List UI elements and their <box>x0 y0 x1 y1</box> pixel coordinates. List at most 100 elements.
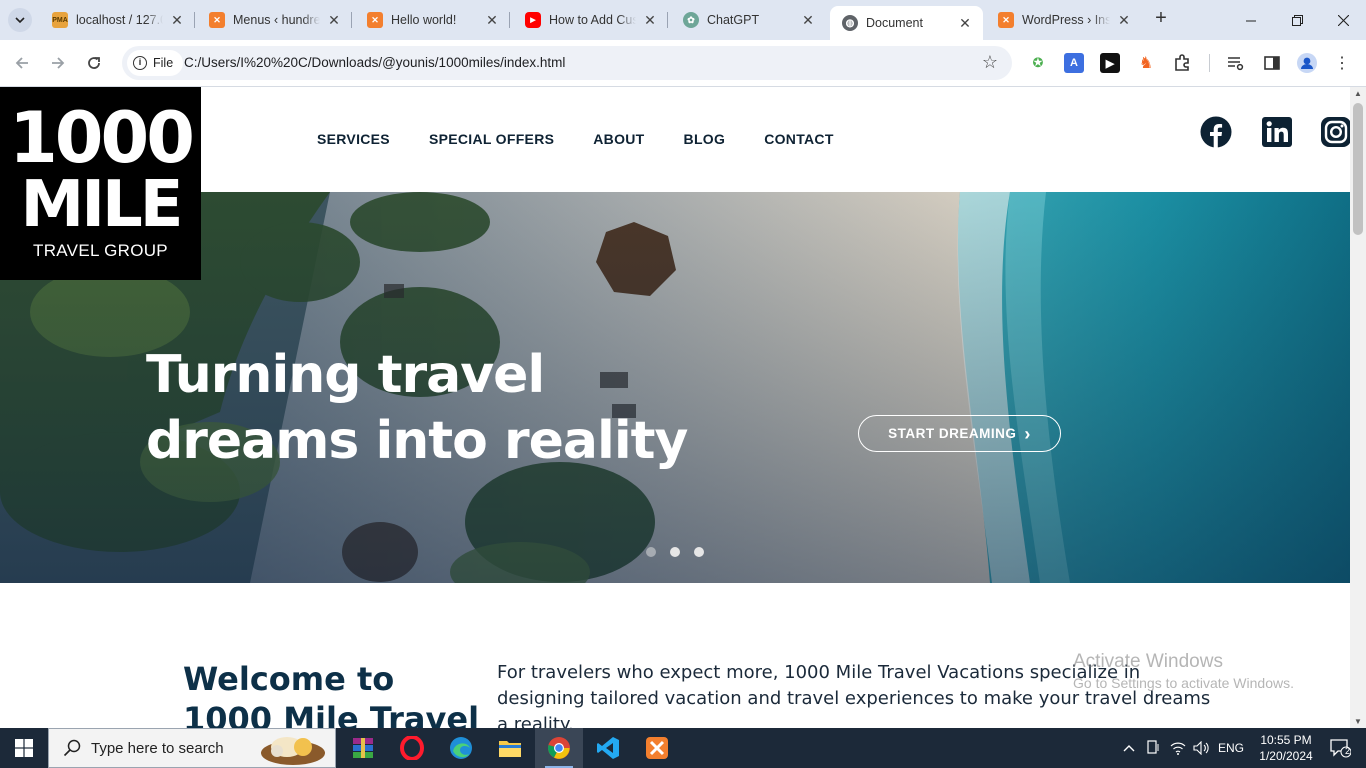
main-nav: SERVICES SPECIAL OFFERS ABOUT BLOG CONTA… <box>317 131 834 147</box>
logo-line-1: 1000 <box>9 97 195 179</box>
browser-toolbar: i File C:/Users/I%20%20C/Downloads/@youn… <box>0 40 1366 87</box>
close-icon[interactable]: ✕ <box>484 12 500 29</box>
close-icon[interactable]: ✕ <box>1116 12 1132 29</box>
tab-title: localhost / 127.0.0.1 <box>76 13 163 27</box>
nav-about[interactable]: ABOUT <box>593 131 644 147</box>
tab-title: Menus ‹ hundred <box>233 13 320 27</box>
nav-special-offers[interactable]: SPECIAL OFFERS <box>429 131 554 147</box>
chrome-icon <box>548 737 570 759</box>
taskbar-opera[interactable] <box>388 728 436 768</box>
cta-label: START DREAMING <box>888 426 1017 441</box>
address-bar[interactable]: i File C:/Users/I%20%20C/Downloads/@youn… <box>122 46 1012 80</box>
nav-blog[interactable]: BLOG <box>684 131 726 147</box>
notification-count: 2 <box>1345 746 1351 756</box>
tab-youtube[interactable]: ▶ How to Add Custom ✕ <box>513 0 668 40</box>
xampp-icon <box>646 737 668 759</box>
tray-network-icon[interactable] <box>1166 728 1190 768</box>
nav-contact[interactable]: CONTACT <box>764 131 834 147</box>
restore-icon <box>1291 14 1303 26</box>
logo-line-3: TRAVEL GROUP <box>33 241 168 260</box>
tab-chatgpt[interactable]: ✿ ChatGPT ✕ <box>671 0 826 40</box>
activate-windows-watermark: Activate Windows Go to Settings to activ… <box>1073 651 1294 691</box>
close-icon[interactable]: ✕ <box>957 15 973 32</box>
close-window-button[interactable] <box>1320 0 1366 40</box>
action-center-button[interactable]: 2 <box>1320 728 1360 768</box>
hero-title-line-2: dreams into reality <box>146 411 688 471</box>
taskbar-winrar[interactable] <box>339 728 387 768</box>
scroll-up-icon[interactable]: ▲ <box>1354 89 1362 98</box>
globe-icon: ◍ <box>842 15 858 31</box>
extensions-puzzle-icon[interactable] <box>1172 53 1192 73</box>
slider-dot-1[interactable] <box>646 547 656 557</box>
tab-separator <box>194 12 195 28</box>
taskbar-edge[interactable] <box>437 728 485 768</box>
more-menu-icon[interactable]: ⋮ <box>1332 53 1352 73</box>
welcome-heading-line-1: Welcome to <box>183 660 395 698</box>
xampp-icon: ✕ <box>367 12 383 28</box>
windows-logo-icon <box>15 739 33 757</box>
tab-search-button[interactable] <box>8 8 32 32</box>
taskbar-xampp[interactable] <box>633 728 681 768</box>
slider-dots <box>646 547 704 557</box>
start-button[interactable] <box>0 728 48 768</box>
nav-services[interactable]: SERVICES <box>317 131 390 147</box>
facebook-icon[interactable] <box>1200 116 1232 148</box>
taskbar-chrome[interactable] <box>535 728 583 768</box>
taskbar-vscode[interactable] <box>584 728 632 768</box>
start-dreaming-button[interactable]: START DREAMING › <box>858 415 1061 452</box>
tab-strip: PMA localhost / 127.0.0.1 ✕ ✕ Menus ‹ hu… <box>0 0 1366 40</box>
tray-language[interactable]: ENG <box>1214 728 1248 768</box>
linkedin-icon[interactable] <box>1261 116 1293 148</box>
instagram-icon[interactable] <box>1320 116 1350 148</box>
tray-device-icon[interactable] <box>1142 728 1164 768</box>
slider-dot-2[interactable] <box>670 547 680 557</box>
page-scrollbar[interactable]: ▲ ▼ <box>1350 87 1366 728</box>
dark-extension-icon[interactable]: ▶ <box>1100 53 1120 73</box>
speaker-icon <box>1193 741 1209 755</box>
side-panel-icon[interactable] <box>1262 53 1282 73</box>
welcome-heading-line-2: 1000 Mile Travel <box>183 700 480 728</box>
site-info-chip[interactable]: i File <box>127 50 184 76</box>
slider-dot-3[interactable] <box>694 547 704 557</box>
restore-button[interactable] <box>1274 0 1320 40</box>
media-controls-icon[interactable] <box>1226 53 1246 73</box>
close-icon[interactable]: ✕ <box>169 12 185 29</box>
clock-date: 1/20/2024 <box>1259 749 1313 763</box>
flame-extension-icon[interactable]: ♞ <box>1136 53 1156 73</box>
close-icon[interactable]: ✕ <box>642 12 658 29</box>
back-button[interactable] <box>11 52 33 74</box>
chevron-down-icon <box>15 17 25 24</box>
close-icon[interactable]: ✕ <box>800 12 816 29</box>
hero-title: Turning travel dreams into reality <box>146 342 746 474</box>
taskbar-file-explorer[interactable] <box>486 728 534 768</box>
chevron-up-icon <box>1123 745 1135 752</box>
reload-button[interactable] <box>83 52 105 74</box>
profile-icon <box>1297 53 1317 73</box>
tab-menus[interactable]: ✕ Menus ‹ hundred ✕ <box>197 0 352 40</box>
tray-overflow-chevron-icon[interactable] <box>1118 728 1140 768</box>
extension-green-icon[interactable]: ✪ <box>1028 53 1048 73</box>
tab-separator <box>667 12 668 28</box>
forward-button[interactable] <box>47 52 69 74</box>
scrollbar-thumb[interactable] <box>1353 103 1363 235</box>
tray-volume-icon[interactable] <box>1190 728 1214 768</box>
scroll-down-icon[interactable]: ▼ <box>1354 717 1362 726</box>
taskbar-clock[interactable]: 10:55 PM 1/20/2024 <box>1246 732 1326 764</box>
search-icon <box>63 739 81 757</box>
site-logo[interactable]: 1000 MILE TRAVEL GROUP <box>0 87 201 280</box>
taskbar-search-box[interactable]: Type here to search <box>48 728 336 768</box>
close-icon[interactable]: ✕ <box>326 12 342 29</box>
tab-document[interactable]: ◍ Document ✕ <box>830 6 983 40</box>
url-text[interactable]: C:/Users/I%20%20C/Downloads/@younis/1000… <box>184 55 565 70</box>
tab-title: WordPress › Installation <box>1022 13 1110 27</box>
translate-extension-icon[interactable]: A <box>1064 53 1084 73</box>
tab-separator <box>509 12 510 28</box>
tab-localhost[interactable]: PMA localhost / 127.0.0.1 ✕ <box>40 0 195 40</box>
watermark-subtitle: Go to Settings to activate Windows. <box>1073 675 1294 691</box>
tab-wordpress[interactable]: ✕ WordPress › Installation ✕ <box>986 0 1142 40</box>
tab-hello-world[interactable]: ✕ Hello world! ✕ <box>355 0 510 40</box>
bookmark-star-icon[interactable]: ☆ <box>982 52 998 73</box>
profile-avatar[interactable] <box>1297 53 1317 73</box>
new-tab-button[interactable]: + <box>1150 8 1172 30</box>
minimize-button[interactable] <box>1228 0 1274 40</box>
